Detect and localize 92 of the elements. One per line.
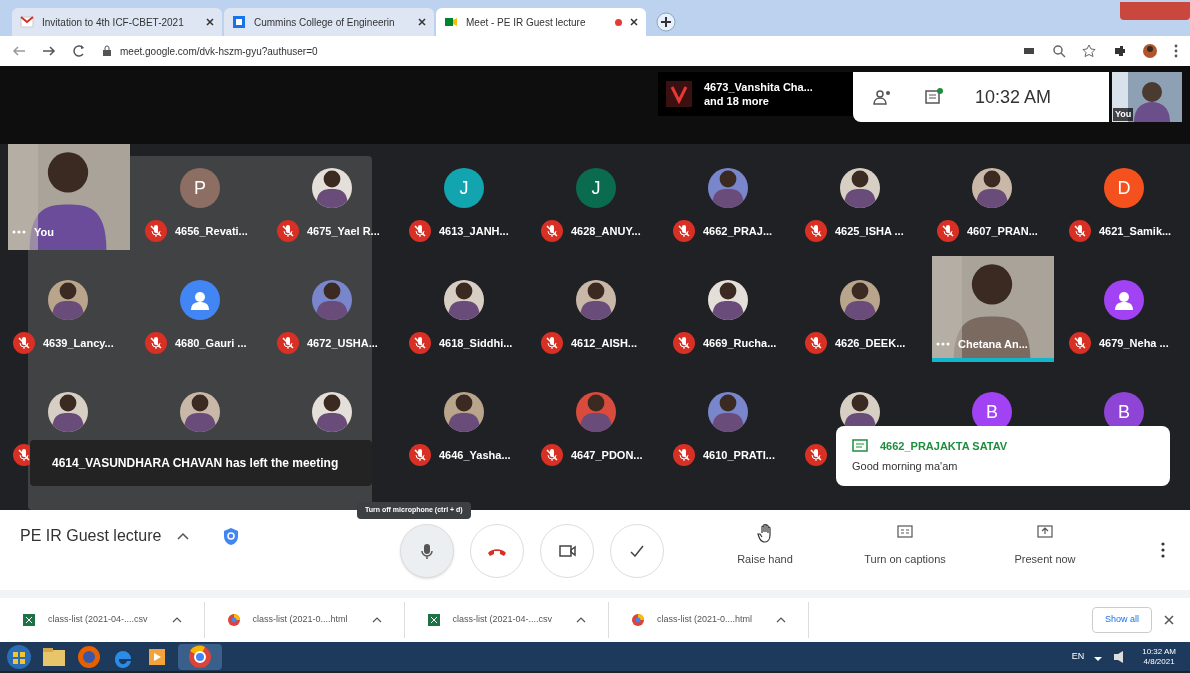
menu-icon[interactable]	[1174, 44, 1178, 58]
participant-name: 4639_Lancy...	[43, 335, 114, 351]
participant-avatar: J	[444, 168, 484, 208]
presenter-name: 4673_Vanshita Cha...	[704, 80, 813, 94]
participant-name: 4656_Revati...	[175, 223, 248, 239]
chat-message: Good morning ma'am	[852, 459, 959, 474]
close-icon[interactable]	[1164, 615, 1174, 625]
toolbar-action-button[interactable]: Raise hand	[700, 524, 830, 568]
toolbar-action-button[interactable]: Present now	[980, 524, 1110, 568]
caret-icon	[177, 531, 190, 541]
participant-avatar: J	[576, 168, 616, 208]
language-indicator[interactable]: EN	[1071, 649, 1085, 664]
participant-name: You	[34, 224, 54, 240]
participant-avatar: P	[180, 168, 220, 208]
profile-avatar[interactable]	[1142, 43, 1158, 59]
participant-name: 4625_ISHA ...	[835, 223, 904, 239]
caret-icon[interactable]	[776, 616, 787, 624]
participant-name: Chetana An...	[958, 336, 1028, 352]
tab-title: Invitation to 4th ICF-CBET-2021	[42, 15, 185, 30]
zoom-icon[interactable]	[1052, 44, 1066, 58]
person-icon	[189, 289, 211, 311]
download-item[interactable]: class-list (2021-0....html	[609, 602, 810, 638]
browser-tab[interactable]: Cummins College of Engineerin	[224, 8, 434, 36]
participant-name: 4680_Gauri ...	[175, 335, 247, 351]
microphone-button[interactable]	[400, 524, 454, 578]
camera-button[interactable]	[540, 524, 594, 578]
start-icon[interactable]	[6, 643, 32, 670]
check-button[interactable]	[610, 524, 664, 578]
more-options-icon[interactable]	[1161, 542, 1165, 558]
participant-name: 4612_AISH...	[571, 335, 638, 351]
presenter-more: and 18 more	[704, 94, 770, 108]
chat-sender: 4662_PRAJAKTA SATAV	[880, 438, 1008, 454]
show-all-button[interactable]: Show all	[1091, 607, 1152, 633]
chat-popup[interactable]: 4662_PRAJAKTA SATAV Good morning ma'am	[836, 426, 1170, 486]
close-icon[interactable]	[418, 18, 426, 26]
participant-name: 4626_DEEK...	[835, 335, 906, 351]
participant-name: 4669_Rucha...	[703, 335, 777, 351]
shield-icon[interactable]	[222, 526, 240, 546]
reload-icon[interactable]	[72, 44, 86, 58]
new-tab-icon[interactable]	[656, 12, 676, 32]
lock-icon	[102, 45, 112, 57]
participant-name: 4646_Yasha...	[439, 447, 511, 463]
participant-name: 4672_USHA...	[307, 335, 378, 351]
browser-icon	[631, 613, 646, 627]
browser-icon	[226, 613, 241, 627]
star-icon[interactable]	[1082, 44, 1096, 58]
meeting-time: 10:32 AM	[975, 85, 1052, 109]
participant-name: 4628_ANUY...	[571, 223, 641, 239]
check-icon	[630, 545, 644, 557]
participant-name: 4647_PDON...	[571, 447, 643, 463]
caret-icon[interactable]	[371, 616, 382, 624]
participant-name: 4613_JANH...	[439, 223, 509, 239]
caret-icon[interactable]	[171, 616, 182, 624]
spreadsheet-icon	[426, 613, 441, 627]
download-item[interactable]: class-list (2021-0....html	[204, 602, 405, 638]
participant-name: 4610_PRATI...	[703, 447, 775, 463]
back-icon[interactable]	[12, 44, 26, 58]
forward-icon[interactable]	[42, 44, 56, 58]
video-camera-icon	[558, 544, 576, 558]
participant-name: 4675_Yael R...	[307, 223, 380, 239]
browser-tab[interactable]: Meet - PE IR Guest lecture	[436, 8, 646, 36]
hand-icon	[757, 524, 773, 543]
caret-icon[interactable]	[576, 616, 587, 624]
tab-title: Meet - PE IR Guest lecture	[466, 15, 587, 30]
browser-tab[interactable]: Invitation to 4th ICF-CBET-2021	[12, 8, 222, 36]
chat-icon	[852, 437, 868, 454]
spreadsheet-icon	[22, 613, 36, 627]
toolbar-action-button[interactable]: Turn on captions	[830, 524, 980, 568]
chrome-icon[interactable]	[178, 643, 222, 670]
download-item[interactable]: class-list (2021-04-....csv	[404, 602, 610, 638]
notification-toast: 4614_VASUNDHARA CHAVAN has left the meeting	[30, 440, 372, 486]
participant-name: 4607_PRAN...	[967, 223, 1038, 239]
participant-name: 4662_PRAJ...	[703, 223, 773, 239]
chat-icon[interactable]	[925, 88, 943, 106]
participant-name: 4679_Neha ...	[1099, 335, 1169, 351]
close-icon[interactable]	[630, 18, 638, 26]
close-icon[interactable]	[206, 18, 214, 26]
mail-icon	[20, 15, 34, 29]
tab-title: Cummins College of Engineerin	[254, 15, 396, 30]
participant-name: 4621_Samik...	[1099, 223, 1172, 239]
microphone-icon	[420, 542, 434, 560]
download-item[interactable]: class-list (2021-04-....csv	[0, 602, 205, 638]
person-icon	[1113, 289, 1135, 311]
firefox-icon[interactable]	[76, 643, 102, 670]
presenter-badge[interactable]: 4673_Vanshita Cha... and 18 more	[658, 72, 853, 116]
meeting-details-button[interactable]: PE IR Guest lecture	[20, 524, 210, 548]
participant-avatar: D	[1104, 168, 1144, 208]
page-icon	[232, 15, 246, 29]
video-camera-icon	[444, 15, 458, 29]
people-icon[interactable]	[873, 88, 893, 106]
participant-name: 4618_Siddhi...	[439, 335, 513, 351]
clock[interactable]: 10:32 AM 4/8/2021	[1134, 646, 1184, 667]
